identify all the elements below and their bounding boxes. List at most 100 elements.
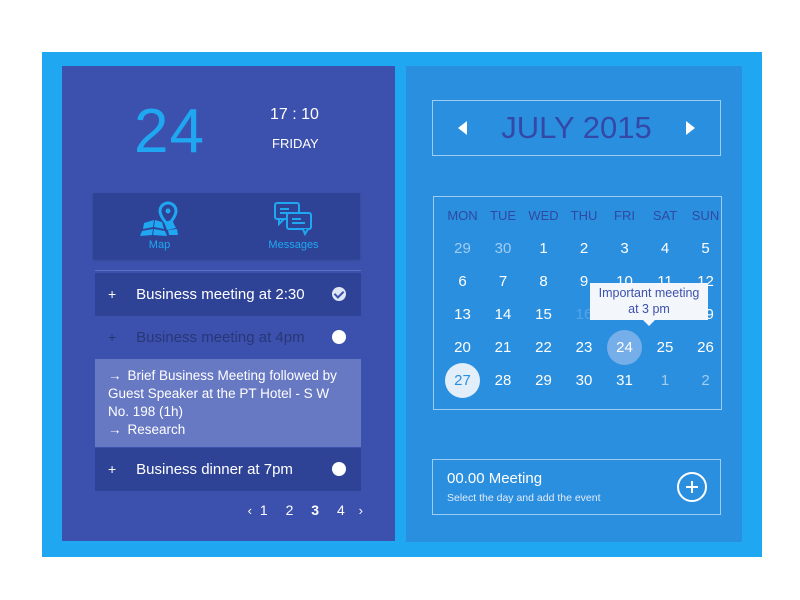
page-2-button[interactable]: 2 xyxy=(286,502,294,518)
day-number: 2 xyxy=(701,372,710,389)
day-cell[interactable]: 5 xyxy=(685,232,726,265)
task-item[interactable]: + Business meeting at 4pm xyxy=(95,316,361,359)
day-number: 23 xyxy=(575,339,593,356)
calendar-panel: JULY 2015 MON TUE WED THU FRI SAT SUN 29 30 1 2 3 4… xyxy=(406,66,742,542)
task-details[interactable]: → Brief Business Meeting followed by Gues… xyxy=(95,359,361,447)
day-cell[interactable]: 20 xyxy=(442,331,483,364)
day-number: 22 xyxy=(535,339,552,356)
day-number: 21 xyxy=(494,339,512,356)
empty-circle-icon[interactable] xyxy=(332,462,346,476)
messages-label: Messages xyxy=(268,239,319,251)
day-number: 5 xyxy=(701,240,710,257)
prev-page-button[interactable]: ‹ xyxy=(248,503,252,518)
day-cell[interactable]: 1 xyxy=(645,364,686,397)
day-number: 15 xyxy=(535,306,552,323)
day-number: 9 xyxy=(579,273,589,290)
page-4-button[interactable]: 4 xyxy=(337,502,345,518)
day-cell[interactable]: 15 xyxy=(523,298,564,331)
day-cell[interactable]: 24 xyxy=(604,330,645,365)
day-cell[interactable]: 30 xyxy=(564,364,605,397)
day-cell[interactable]: 27 xyxy=(442,363,483,398)
day-cell[interactable]: 2 xyxy=(685,364,726,397)
day-cell[interactable]: 22 xyxy=(523,331,564,364)
page-1-button[interactable]: 1 xyxy=(260,502,268,518)
day-number: 2 xyxy=(579,240,589,257)
day-cell[interactable]: 26 xyxy=(685,331,726,364)
weekday-label: WED xyxy=(528,208,559,223)
day-number: 4 xyxy=(660,240,670,257)
task-item[interactable]: + Business dinner at 7pm xyxy=(95,448,361,491)
map-label: Map xyxy=(148,239,171,251)
current-day-number: 24 xyxy=(134,97,205,166)
map-button[interactable]: Map xyxy=(93,193,226,259)
day-number: 29 xyxy=(535,372,552,389)
event-title[interactable]: 00.00 Meeting xyxy=(447,470,542,487)
day-number: 30 xyxy=(575,372,593,389)
weekday-label: THU xyxy=(570,208,598,223)
day-number: 31 xyxy=(616,372,633,389)
month-header: JULY 2015 xyxy=(432,100,721,156)
calendar-grid: MON TUE WED THU FRI SAT SUN 29 30 1 2 3 4 5 6 7 8 9 10 11 1… xyxy=(433,196,722,410)
day-cell[interactable]: 30 xyxy=(483,232,524,265)
week-row: 29 30 1 2 3 4 5 xyxy=(434,232,721,265)
plus-icon: + xyxy=(108,461,117,477)
task-detail-text: Brief Business Meeting followed by Guest… xyxy=(108,368,337,419)
day-cell[interactable]: 29 xyxy=(442,232,483,265)
day-cell[interactable]: 29 xyxy=(523,364,564,397)
next-month-button[interactable] xyxy=(686,121,695,135)
weekday-label: TUE xyxy=(490,208,516,223)
messages-button[interactable]: Messages xyxy=(227,193,360,259)
task-item[interactable]: + Business meeting at 2:30 xyxy=(95,273,361,316)
day-cell[interactable]: 23 xyxy=(564,331,605,364)
day-number: 24 xyxy=(616,339,633,356)
day-cell[interactable]: 14 xyxy=(483,298,524,331)
day-number: 1 xyxy=(660,372,670,389)
weekday-label: SUN xyxy=(691,208,720,223)
chat-bubbles-icon xyxy=(273,202,312,237)
day-cell[interactable]: 6 xyxy=(442,265,483,298)
day-cell[interactable]: 4 xyxy=(645,232,686,265)
task-detail-text: Research xyxy=(127,422,186,437)
day-number: 7 xyxy=(498,273,508,290)
month-title: JULY 2015 xyxy=(501,110,652,145)
task-label: Business meeting at 4pm xyxy=(136,329,305,346)
pagination: ‹ 1 2 3 4 › xyxy=(238,502,363,518)
task-detail-line: → Research xyxy=(108,421,348,439)
next-page-button[interactable]: › xyxy=(359,503,363,518)
task-label: Business dinner at 7pm xyxy=(136,461,293,478)
day-number: 26 xyxy=(697,339,714,356)
day-cell[interactable]: 7 xyxy=(483,265,524,298)
day-cell[interactable]: 3 xyxy=(604,232,645,265)
current-weekday: FRIDAY xyxy=(272,136,319,151)
weekday-label: SAT xyxy=(652,208,678,223)
day-number: 13 xyxy=(454,306,471,323)
day-cell[interactable]: 25 xyxy=(645,331,686,364)
tooltip-line: Important meeting xyxy=(598,286,700,300)
day-number: 30 xyxy=(494,240,512,257)
day-number: 27 xyxy=(454,372,471,389)
add-event-form: 00.00 Meeting Select the day and add the… xyxy=(432,459,721,515)
event-hint: Select the day and add the event xyxy=(447,492,601,504)
day-number: 3 xyxy=(620,240,629,257)
day-cell[interactable]: 28 xyxy=(483,364,524,397)
day-cell[interactable]: 31 xyxy=(604,364,645,397)
weekday-label: FRI xyxy=(614,208,635,223)
tooltip-line: at 3 pm xyxy=(628,302,670,316)
check-circle-icon[interactable] xyxy=(332,287,346,301)
day-number: 8 xyxy=(539,273,548,290)
day-cell[interactable]: 2 xyxy=(564,232,605,265)
day-cell[interactable]: 21 xyxy=(483,331,524,364)
empty-circle-icon[interactable] xyxy=(332,330,346,344)
weekday-label: MON xyxy=(447,208,478,223)
task-detail-line: → Brief Business Meeting followed by Gues… xyxy=(108,367,348,421)
arrow-right-icon: → xyxy=(108,368,122,383)
day-cell[interactable]: 13 xyxy=(442,298,483,331)
day-cell[interactable]: 1 xyxy=(523,232,564,265)
day-number: 25 xyxy=(656,339,674,356)
map-pin-icon xyxy=(139,201,178,236)
add-event-button[interactable] xyxy=(677,472,707,502)
page-3-button[interactable]: 3 xyxy=(311,502,319,518)
day-number: 14 xyxy=(494,306,512,323)
arrow-right-icon: → xyxy=(108,422,122,437)
day-cell[interactable]: 8 xyxy=(523,265,564,298)
